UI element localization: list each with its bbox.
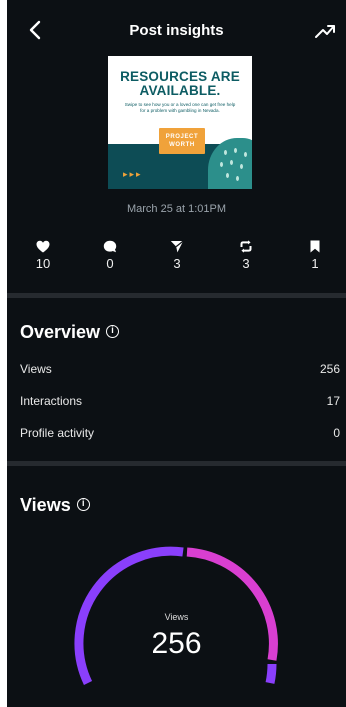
row-label: Profile activity [20,426,95,440]
stat-reposts: 3 [226,240,266,271]
thumbnail-dot [240,164,243,169]
stat-saves: 1 [295,240,335,271]
thumbnail-headline-line2: AVAILABLE. [139,83,221,98]
thumbnail-headline-line1: RESOURCES ARE [120,69,240,84]
thumbnail-dot [244,152,247,157]
views-title-text: Views [20,495,71,515]
badge-line2: WORTH [169,142,195,148]
row-label: Interactions [20,394,83,408]
thumbnail-dot [236,176,239,181]
heart-icon [36,240,50,253]
stat-value: 1 [311,256,319,271]
post-thumbnail[interactable]: RESOURCES ARE AVAILABLE. Swipe to see ho… [108,56,252,189]
overview-row-profile-activity[interactable]: Profile activity 0 [20,426,340,440]
overview-row-views[interactable]: Views 256 [20,362,340,376]
badge-line1: PROJECT [165,134,199,140]
thumbnail-subtext: Swipe to see how you or a loved one can … [124,102,236,113]
stat-value: 3 [173,256,181,271]
info-icon[interactable] [106,324,120,338]
comment-icon [103,240,117,253]
thumbnail-badge: PROJECT WORTH [159,128,205,154]
overview-section-title: Overview [20,322,120,343]
thumbnail-headline: RESOURCES ARE AVAILABLE. [108,70,252,98]
header: Post insights [7,0,346,56]
overview-title-text: Overview [20,322,101,342]
row-value: 256 [319,362,340,376]
thumbnail-dot [234,148,237,153]
gauge-value: 256 [151,627,202,660]
info-icon[interactable] [76,497,90,511]
bookmark-icon [310,240,320,253]
stat-value: 10 [35,256,51,271]
repost-icon [240,240,252,253]
section-divider [7,461,346,466]
row-label: Views [20,362,52,376]
trending-icon[interactable] [314,22,336,40]
gauge-followers-arc-end [265,663,277,684]
stat-likes: 10 [23,240,63,271]
thumbnail-dot [224,150,227,155]
stat-comments: 0 [90,240,130,271]
share-icon [170,240,184,253]
row-value: 17 [326,394,340,408]
thumbnail-arrows: ▸▸▸ [123,169,143,179]
overview-row-interactions[interactable]: Interactions 17 [20,394,340,408]
thumbnail-dot [226,173,229,178]
section-divider [7,293,346,298]
stat-value: 0 [106,256,114,271]
thumbnail-dot [220,162,223,167]
row-value: 0 [333,426,340,440]
stat-shares: 3 [157,240,197,271]
gauge-label: Views [164,612,189,622]
thumbnail-dot [230,160,233,165]
views-section-title: Views [20,495,90,516]
post-date: March 25 at 1:01PM [126,203,227,215]
stat-value: 3 [242,256,250,271]
page-title: Post insights [129,22,224,39]
post-insights-screen: Post insights RESOURCES ARE AVAILABLE. S… [7,0,346,707]
